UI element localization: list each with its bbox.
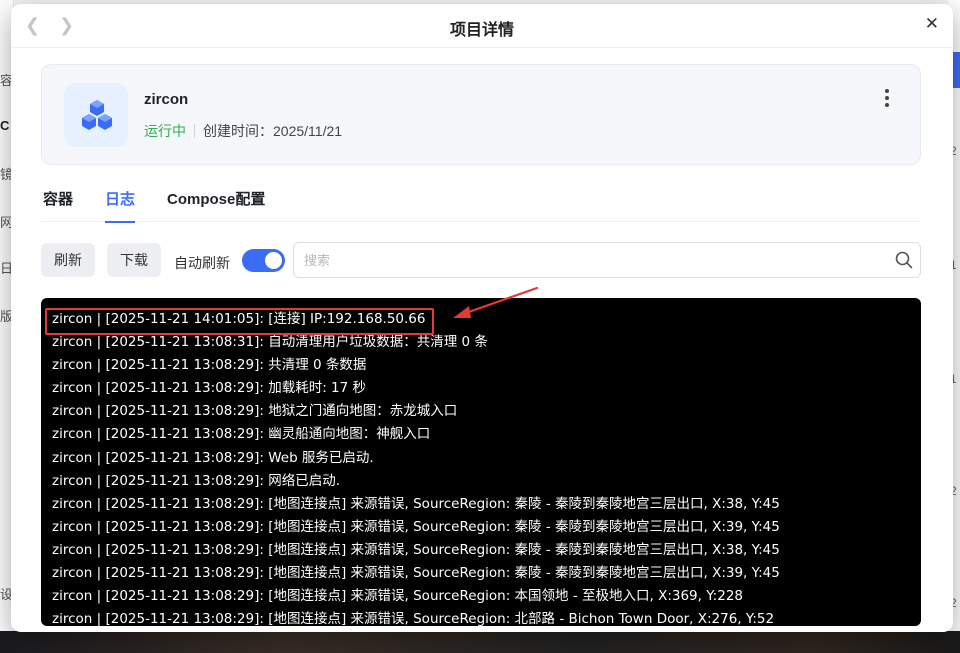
tab-containers[interactable]: 容器 — [43, 188, 73, 221]
log-line: zircon | [2025-11-21 13:08:29]: 网络已启动. — [52, 472, 341, 489]
search-icon[interactable] — [895, 251, 913, 269]
log-line: zircon | [2025-11-21 13:08:29]: 共清理 0 条数… — [52, 357, 367, 374]
toggle-knob — [265, 252, 282, 269]
log-line: zircon | [2025-11-21 13:08:29]: [地图连接点] … — [52, 541, 780, 558]
divider — [194, 124, 195, 138]
project-detail-dialog: ❮ ❯ 项目详情 ✕ zircon 运行中 创建时间：2025/11/21 容器… — [11, 4, 953, 632]
log-line: zircon | [2025-11-21 13:08:29]: [地图连接点] … — [52, 565, 780, 582]
close-icon[interactable]: ✕ — [925, 15, 939, 33]
cubes-icon — [82, 100, 112, 130]
download-button[interactable]: 下载 — [107, 243, 161, 277]
log-line: zircon | [2025-11-21 13:08:29]: 幽灵船通向地图：… — [52, 426, 431, 443]
project-avatar — [64, 83, 128, 147]
log-console[interactable]: zircon | [2025-11-21 14:01:05]: [连接] IP:… — [41, 298, 921, 626]
log-line: zircon | [2025-11-21 13:08:29]: [地图连接点] … — [52, 495, 780, 512]
status-badge: 运行中 — [144, 123, 186, 139]
log-toolbar: 刷新 下载 自动刷新 — [41, 242, 921, 278]
auto-refresh-toggle[interactable] — [242, 249, 285, 272]
project-name: zircon — [144, 91, 189, 108]
auto-refresh-label: 自动刷新 — [174, 255, 230, 271]
tab-compose-config[interactable]: Compose配置 — [167, 188, 265, 221]
tab-bar: 容器 日志 Compose配置 — [41, 184, 921, 223]
log-line: zircon | [2025-11-21 13:08:29]: Web 服务已启… — [52, 449, 374, 466]
log-line: zircon | [2025-11-21 13:08:29]: [地图连接点] … — [52, 518, 780, 535]
log-line: zircon | [2025-11-21 13:08:29]: 地狱之门通向地图… — [52, 403, 458, 420]
search-input[interactable] — [293, 242, 921, 278]
created-time: 创建时间：2025/11/21 — [203, 123, 343, 139]
refresh-button[interactable]: 刷新 — [41, 243, 95, 277]
tab-logs[interactable]: 日志 — [105, 188, 136, 223]
more-vertical-icon[interactable] — [882, 89, 892, 113]
project-meta: 运行中 创建时间：2025/11/21 — [144, 121, 342, 141]
log-line: zircon | [2025-11-21 13:08:29]: [地图连接点] … — [52, 611, 775, 626]
log-line: zircon | [2025-11-21 13:08:29]: 加载耗时: 17… — [52, 380, 367, 397]
project-card: zircon 运行中 创建时间：2025/11/21 — [41, 64, 921, 165]
log-line: zircon | [2025-11-21 13:08:29]: [地图连接点] … — [52, 588, 743, 605]
annotation-arrow-icon — [453, 286, 539, 318]
dialog-titlebar: ❮ ❯ 项目详情 ✕ — [11, 4, 953, 48]
highlight-box — [45, 308, 434, 335]
background-wallpaper — [0, 631, 960, 653]
dialog-title: 项目详情 — [449, 22, 514, 39]
